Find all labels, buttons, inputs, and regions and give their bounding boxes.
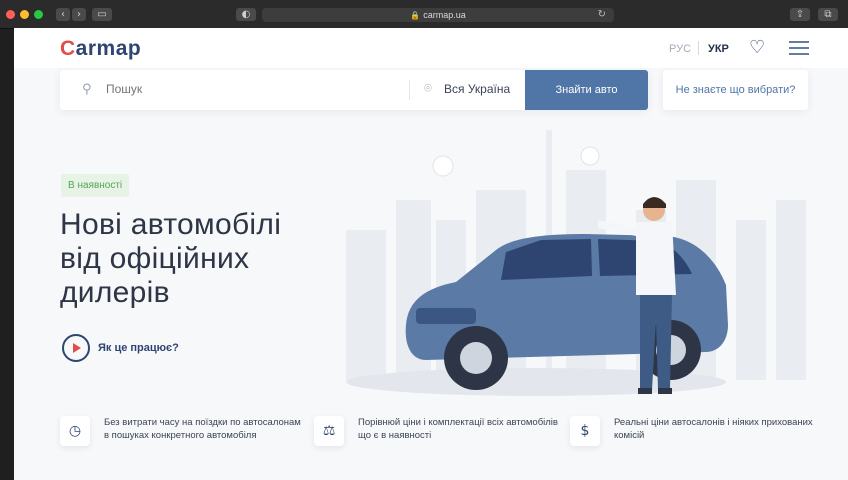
clock-icon: ◷ bbox=[68, 423, 82, 439]
search-divider bbox=[409, 80, 410, 100]
minimize-window-button[interactable] bbox=[20, 10, 29, 19]
site-header: Carmap РУС УКР ♡ bbox=[14, 28, 848, 68]
search-input[interactable] bbox=[104, 81, 398, 97]
region-select[interactable]: Вся Україна bbox=[444, 82, 510, 96]
in-stock-badge: В наявності bbox=[61, 174, 130, 197]
feature-icon-box: ⚖ bbox=[314, 416, 344, 446]
logo-pin-letter: C bbox=[60, 37, 76, 60]
address-bar[interactable]: 🔒 carmap.ua ↻ bbox=[262, 8, 614, 22]
back-button[interactable]: ‹ bbox=[56, 8, 70, 21]
hero-illustration bbox=[346, 130, 806, 396]
page: Carmap РУС УКР ♡ ⚲ ⌾ Вся Україна Знайти … bbox=[14, 28, 848, 480]
how-it-works-label[interactable]: Як це працює? bbox=[98, 342, 179, 354]
lock-icon: 🔒 bbox=[410, 11, 421, 20]
close-window-button[interactable] bbox=[6, 10, 15, 19]
lang-divider bbox=[698, 41, 699, 55]
feature-text: Реальні ціни автосалонів і ніяких прихов… bbox=[614, 417, 813, 441]
share-icon[interactable]: ⇪ bbox=[790, 8, 810, 21]
carmap-logo[interactable]: Carmap bbox=[60, 37, 141, 61]
menu-icon[interactable] bbox=[789, 41, 809, 55]
hero-title: Нові автомобілі від офіційних дилерів bbox=[60, 208, 360, 310]
feature-icon-box: $ bbox=[570, 416, 600, 446]
help-choose-button[interactable]: Не знаєте що вибрати? bbox=[663, 70, 808, 110]
search-bar: ⚲ ⌾ Вся Україна Знайти авто bbox=[60, 70, 648, 110]
tabs-overview-icon[interactable]: ⧉ bbox=[818, 8, 838, 21]
browser-toolbar: ‹ › ▭ ◐ 🔒 carmap.ua ↻ ⇪ ⧉ bbox=[0, 0, 848, 29]
feature-text: Порівнюй ціни і комплектації всіх автомо… bbox=[358, 417, 558, 441]
scales-icon: ⚖ bbox=[322, 423, 336, 439]
favorites-heart-icon[interactable]: ♡ bbox=[749, 37, 765, 58]
zoom-window-button[interactable] bbox=[34, 10, 43, 19]
browser-window: ‹ › ▭ ◐ 🔒 carmap.ua ↻ ⇪ ⧉ Carmap РУС УКР … bbox=[0, 0, 848, 480]
find-car-button[interactable]: Знайти авто bbox=[525, 70, 648, 110]
address-text: carmap.ua bbox=[423, 10, 466, 20]
hero-title-line-3: дилерів bbox=[60, 276, 170, 309]
feature-text: Без витрати часу на поїздки по автосалон… bbox=[104, 417, 301, 441]
hero-title-line-1: Нові автомобілі bbox=[60, 208, 282, 241]
play-icon[interactable] bbox=[62, 334, 90, 362]
lang-ru-link[interactable]: РУС bbox=[669, 43, 691, 55]
lang-uk-link[interactable]: УКР bbox=[708, 43, 729, 55]
reload-icon[interactable]: ↻ bbox=[598, 8, 606, 22]
logo-text: armap bbox=[75, 37, 142, 60]
privacy-shield-icon[interactable]: ◐ bbox=[236, 8, 256, 21]
forward-button[interactable]: › bbox=[72, 8, 86, 21]
hero-title-line-2: від офіційних bbox=[60, 242, 250, 275]
feature-icon-box: ◷ bbox=[60, 416, 90, 446]
dollar-icon: $ bbox=[580, 423, 590, 439]
search-icon: ⚲ bbox=[82, 82, 92, 97]
sidebar-toggle-icon[interactable]: ▭ bbox=[92, 8, 112, 21]
location-pin-icon: ⌾ bbox=[424, 81, 432, 96]
